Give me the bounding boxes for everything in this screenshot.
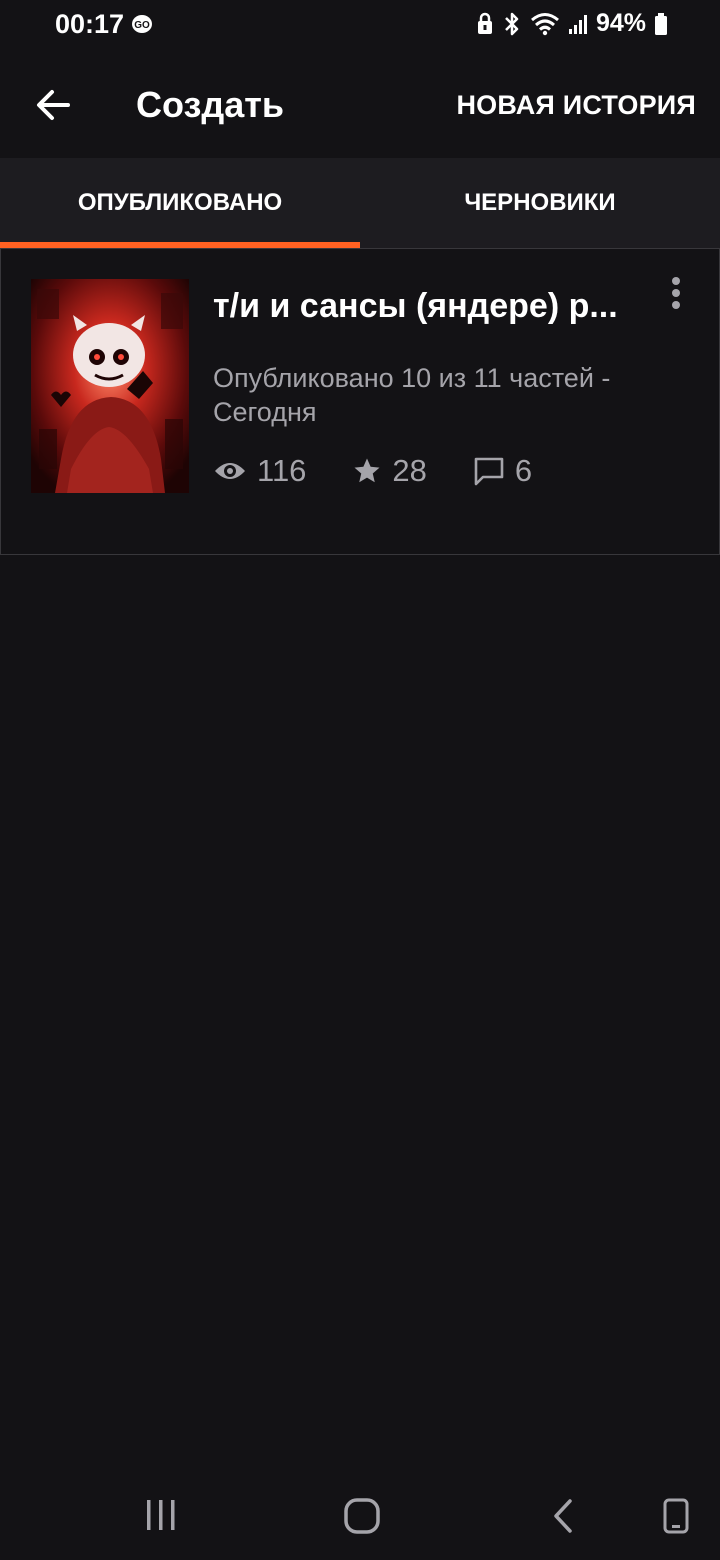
battery-percent: 94%	[595, 9, 646, 37]
comment-icon	[474, 457, 504, 486]
signal-icon	[568, 14, 587, 34]
home-button[interactable]	[344, 1498, 380, 1539]
bluetooth-icon	[505, 12, 519, 35]
votes-stat: 28	[352, 453, 427, 489]
tab-bar: ОПУБЛИКОВАНО ЧЕРНОВИКИ	[0, 158, 720, 249]
tab-drafts[interactable]: ЧЕРНОВИКИ	[360, 158, 720, 248]
story-more-button[interactable]	[665, 275, 687, 315]
back-icon	[554, 1499, 572, 1533]
comments-stat: 6	[473, 453, 532, 489]
star-icon	[354, 458, 380, 483]
nav-back-button[interactable]	[550, 1498, 576, 1539]
story-stats: 116 28 6	[213, 451, 532, 491]
story-card[interactable]: т/и и сансы (яндере) р... Опубликовано 1…	[0, 248, 720, 555]
go-icon: GO	[132, 15, 152, 33]
lock-icon	[477, 12, 492, 34]
system-nav-bar	[0, 1470, 720, 1560]
page-title: Создать	[136, 84, 285, 125]
app-bar: Создать НОВАЯ ИСТОРИЯ	[0, 52, 720, 158]
rotate-button[interactable]	[662, 1498, 690, 1539]
recent-apps-icon	[147, 1500, 175, 1530]
status-bar: 00:17 GO 94%	[0, 0, 720, 52]
home-icon	[344, 1498, 380, 1534]
comments-count: 6	[514, 453, 533, 488]
eye-icon	[215, 463, 245, 479]
cover-artwork	[31, 279, 189, 493]
new-story-button[interactable]: НОВАЯ ИСТОРИЯ	[456, 90, 696, 121]
rotate-icon	[663, 1498, 689, 1534]
tab-published[interactable]: ОПУБЛИКОВАНО	[0, 158, 360, 248]
views-count: 116	[257, 453, 307, 488]
story-cover-image[interactable]	[31, 279, 189, 493]
back-button[interactable]	[30, 82, 76, 128]
votes-count: 28	[392, 453, 427, 488]
more-vertical-icon	[672, 277, 680, 309]
recent-apps-button[interactable]	[144, 1498, 178, 1537]
back-arrow-icon	[37, 90, 70, 120]
svg-text:GO: GO	[134, 20, 150, 31]
story-publish-status: Опубликовано 10 из 11 частей - Сегодня	[213, 363, 611, 427]
status-icons: 94%	[476, 9, 668, 38]
wifi-icon	[530, 12, 559, 35]
battery-icon	[655, 12, 667, 35]
story-title[interactable]: т/и и сансы (яндере) р...	[213, 287, 653, 326]
status-time: 00:17	[55, 9, 125, 39]
views-stat: 116	[213, 453, 306, 489]
